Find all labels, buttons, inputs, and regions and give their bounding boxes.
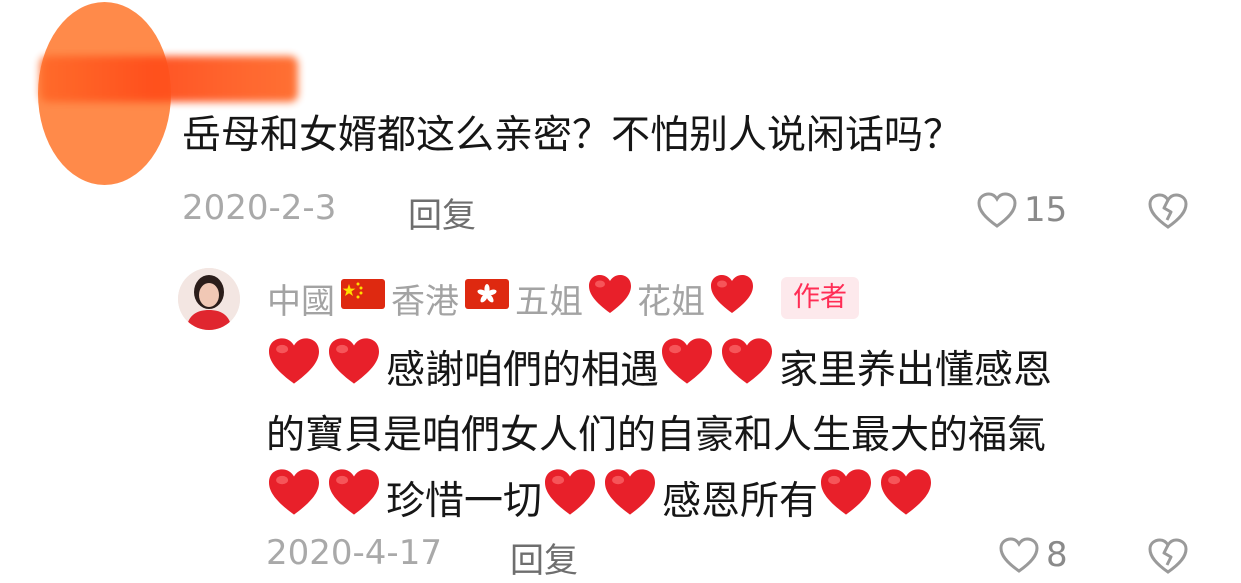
reply-text-segment: 珍惜一切 [386,478,543,524]
author-name-part: 中國 [267,281,335,322]
author-name-part: 香港 [391,281,459,322]
reply-date: 2020-4-17 [266,533,442,573]
redacted-username [40,56,298,102]
red-heart-emoji [326,336,382,405]
comment-date: 2020-2-3 [182,188,337,228]
reply-dislike-button[interactable] [1146,537,1190,575]
hong-kong-flag-icon [465,278,509,318]
red-heart-emoji [659,336,715,405]
author-avatar[interactable] [178,268,240,330]
reply-text-segment: 的寶貝是咱們女人们的自豪和人生最大的福氣 [266,413,1047,458]
red-heart-emoji [878,467,934,536]
reply-line: 珍惜一切 感恩所有 [266,467,1206,536]
reply-text-segment: 感謝咱們的相遇 [386,347,660,393]
red-heart-emoji [719,336,775,405]
heart-outline-icon [976,191,1018,229]
broken-heart-outline-icon [1146,192,1190,230]
red-heart-emoji [542,467,598,536]
comment-dislike-button[interactable] [1146,192,1190,230]
author-name-part: 五姐 [515,281,583,322]
reply-like-count: 8 [1046,535,1068,575]
broken-heart-outline-icon [1146,537,1190,575]
comment-text: 岳母和女婿都这么亲密？不怕别人说闲话吗？ [182,113,963,158]
red-heart-emoji [818,467,874,536]
reply-text: 感謝咱們的相遇 家里养出懂感恩 的寶貝是咱們女人们的自豪和人生最大的福氣 珍惜一… [266,336,1206,536]
red-heart-emoji [602,467,658,536]
reply-text-segment: 家里养出懂感恩 [779,347,1053,393]
author-badge: 作者 [781,277,859,319]
red-heart-emoji [587,273,633,324]
red-heart-emoji [326,467,382,536]
reply-like-button[interactable]: 8 [998,535,1068,575]
red-heart-emoji [709,273,755,324]
red-heart-emoji [266,336,322,405]
comment-like-button[interactable]: 15 [976,190,1067,230]
author-name[interactable]: 中國 香港 五姐 花姐 作者 [267,272,859,324]
reply-line: 的寶貝是咱們女人们的自豪和人生最大的福氣 [266,405,1206,467]
china-flag-icon [341,278,385,318]
reply-text-segment: 感恩所有 [662,478,819,524]
reply-line: 感謝咱們的相遇 家里养出懂感恩 [266,336,1206,405]
heart-outline-icon [998,536,1040,574]
author-name-part: 花姐 [637,281,705,322]
comment-reply-button[interactable]: 回复 [408,188,476,237]
reply-reply-button[interactable]: 回复 [510,533,578,582]
red-heart-emoji [266,467,322,536]
comment-like-count: 15 [1024,190,1068,230]
